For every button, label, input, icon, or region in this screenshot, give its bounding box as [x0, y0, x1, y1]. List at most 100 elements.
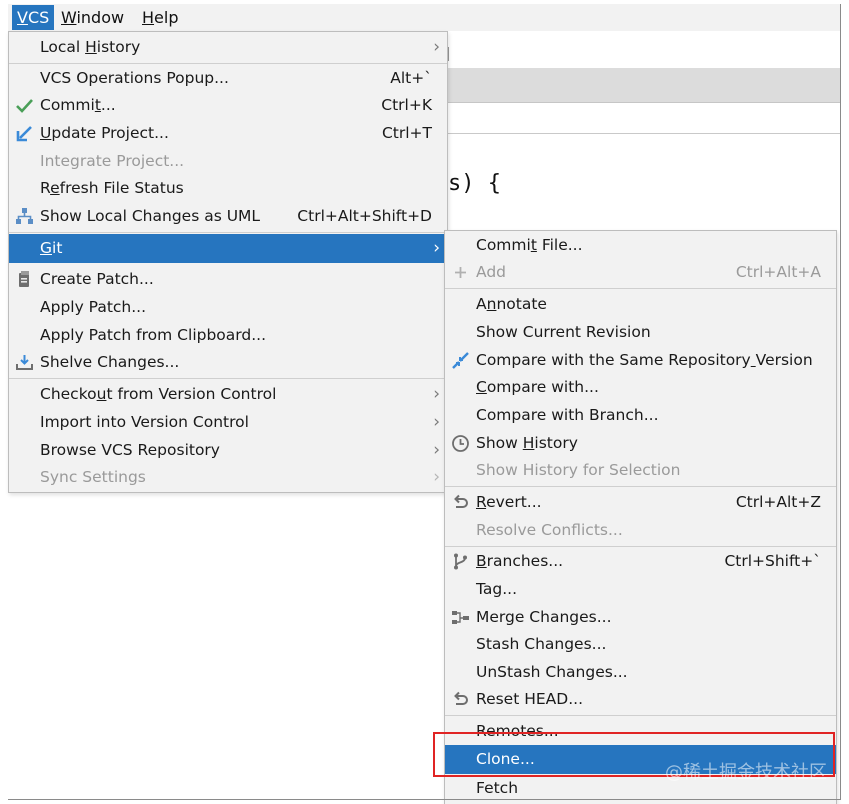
- menu-item-import-vcs[interactable]: Import into Version Control ›: [9, 409, 447, 436]
- editor-tab-bar: [442, 68, 840, 103]
- watermark: @稀土掘金技术社区: [665, 762, 827, 783]
- menu-item-compare-with[interactable]: Compare with...: [445, 374, 836, 401]
- frame-border: [840, 4, 841, 800]
- menu-item-revert[interactable]: Revert... Ctrl+Alt+Z: [445, 489, 836, 516]
- menu-item-checkout-vcs[interactable]: Checkout from Version Control ›: [9, 381, 447, 408]
- ide-screen: VCS Window Help s) { Local History › VCS …: [0, 0, 849, 804]
- menu-item-label: Compare with...: [476, 378, 599, 396]
- menu-item-local-history[interactable]: Local History ›: [9, 34, 447, 61]
- menu-item-show-history[interactable]: Show History: [445, 430, 836, 457]
- menu-item-label: Update Project...: [40, 124, 169, 142]
- menu-item-label: Apply Patch from Clipboard...: [40, 326, 266, 344]
- reset-icon: [454, 691, 468, 705]
- menu-item-label: Stash Changes...: [476, 635, 607, 653]
- menu-item-shortcut: Ctrl+Shift+`: [724, 552, 821, 570]
- menu-item-label: Compare with Branch...: [476, 406, 659, 424]
- menu-item-annotate[interactable]: Annotate: [445, 291, 836, 318]
- menu-item-apply-patch-clipboard[interactable]: Apply Patch from Clipboard...: [9, 322, 447, 349]
- menu-item-commit-file[interactable]: Commit File...: [445, 232, 836, 259]
- menu-item-label: Apply Patch...: [40, 298, 147, 316]
- menu-item-compare-with-branch[interactable]: Compare with Branch...: [445, 402, 836, 429]
- menu-item-apply-patch[interactable]: Apply Patch...: [9, 294, 447, 321]
- menu-item-shortcut: Ctrl+Alt+A: [735, 263, 821, 281]
- menu-item-label: Show History: [476, 434, 578, 452]
- update-arrow-icon: [16, 126, 32, 142]
- menu-item-refresh-file-status[interactable]: Refresh File Status: [9, 175, 447, 202]
- submenu-arrow-icon: ›: [433, 467, 440, 487]
- menu-item-tag[interactable]: Tag...: [445, 576, 836, 603]
- menu-item-update-project[interactable]: Update Project... Ctrl+T: [9, 120, 447, 147]
- menu-item-label: Show Local Changes as UML: [40, 207, 261, 225]
- shelve-icon: [16, 355, 33, 370]
- menu-item-resolve-conflicts[interactable]: Resolve Conflicts...: [445, 517, 836, 544]
- menu-separator: [9, 232, 447, 233]
- menu-item-label: Refresh File Status: [40, 179, 184, 197]
- vcs-menu: Local History › VCS Operations Popup... Al…: [8, 31, 448, 493]
- menu-item-label: Sync Settings: [40, 468, 146, 486]
- menu-item-shortcut: Ctrl+K: [381, 96, 432, 114]
- menu-item-show-local-changes-uml[interactable]: Show Local Changes as UML Ctrl+Alt+Shift+…: [9, 203, 447, 230]
- merge-icon: [452, 611, 469, 624]
- menu-item-shortcut: Ctrl+Alt+Shift+D: [297, 207, 432, 225]
- frame-border: [8, 799, 841, 800]
- check-icon: [16, 99, 33, 113]
- menu-item-label: Merge Changes...: [476, 608, 612, 626]
- git-submenu: Commit File... Add Ctrl+Alt+A Annotate Sh…: [444, 230, 837, 804]
- menu-help[interactable]: Help: [137, 5, 183, 30]
- patch-icon: [19, 271, 29, 287]
- revert-icon: [454, 494, 468, 508]
- menu-item-label: Checkout from Version Control: [40, 385, 277, 403]
- menu-item-merge-changes[interactable]: Merge Changes...: [445, 604, 836, 631]
- submenu-arrow-icon: ›: [433, 412, 440, 432]
- menu-item-compare-same-repo-version[interactable]: Compare with the Same Repository Version: [445, 347, 836, 374]
- editor-divider: [442, 133, 840, 134]
- menu-item-label: Annotate: [476, 295, 547, 313]
- menu-item-label: Fetch: [476, 779, 519, 797]
- menu-window[interactable]: Window: [56, 5, 129, 30]
- menu-item-label: Integrate Project...: [40, 152, 185, 170]
- menu-item-integrate-project[interactable]: Integrate Project...: [9, 148, 447, 175]
- menu-item-sync-settings[interactable]: Sync Settings ›: [9, 464, 447, 491]
- menu-separator: [445, 288, 836, 289]
- menu-item-label: Show History for Selection: [476, 461, 681, 479]
- submenu-arrow-icon: ›: [433, 384, 440, 404]
- menu-separator: [445, 546, 836, 547]
- menu-item-show-history-selection[interactable]: Show History for Selection: [445, 457, 836, 484]
- submenu-arrow-icon: ›: [433, 238, 440, 258]
- menu-item-label: UnStash Changes...: [476, 663, 628, 681]
- menu-item-vcs-operations-popup[interactable]: VCS Operations Popup... Alt+`: [9, 65, 447, 92]
- menu-item-label: VCS Operations Popup...: [40, 69, 229, 87]
- menu-item-label: Git: [40, 239, 63, 257]
- menu-vcs[interactable]: VCS: [12, 5, 55, 30]
- menu-item-git[interactable]: Git ›: [9, 234, 447, 263]
- toolbar-separator: [448, 47, 449, 61]
- menu-item-browse-vcs-repository[interactable]: Browse VCS Repository ›: [9, 437, 447, 464]
- menu-item-unstash-changes[interactable]: UnStash Changes...: [445, 659, 836, 686]
- menu-item-label: Commit...: [40, 96, 116, 114]
- menu-item-add[interactable]: Add Ctrl+Alt+A: [445, 259, 836, 286]
- code-fragment: s) {: [448, 171, 501, 196]
- menu-item-label: Compare with the Same Repository Version: [476, 351, 813, 369]
- editor-pane: s) {: [442, 31, 840, 231]
- menu-item-commit[interactable]: Commit... Ctrl+K: [9, 92, 447, 119]
- menu-item-stash-changes[interactable]: Stash Changes...: [445, 631, 836, 658]
- menu-item-label: Import into Version Control: [40, 413, 249, 431]
- menu-item-shortcut: Ctrl+Alt+Z: [735, 493, 821, 511]
- menu-item-create-patch[interactable]: Create Patch...: [9, 266, 447, 293]
- menu-item-label: Commit File...: [476, 236, 583, 254]
- menu-item-shortcut: Alt+`: [390, 69, 432, 87]
- menu-item-shelve-changes[interactable]: Shelve Changes...: [9, 349, 447, 376]
- menu-item-label: Local History: [40, 38, 141, 56]
- menu-item-label: Revert...: [476, 493, 542, 511]
- menu-item-label: Reset HEAD...: [476, 690, 583, 708]
- menu-separator: [445, 486, 836, 487]
- menu-separator: [9, 378, 447, 379]
- menu-item-show-current-revision[interactable]: Show Current Revision: [445, 319, 836, 346]
- menubar: VCS Window Help: [8, 4, 840, 32]
- submenu-arrow-icon: ›: [433, 440, 440, 460]
- menu-separator: [445, 715, 836, 716]
- branch-icon: [454, 553, 467, 570]
- menu-item-reset-head[interactable]: Reset HEAD...: [445, 686, 836, 713]
- menu-item-branches[interactable]: Branches... Ctrl+Shift+`: [445, 548, 836, 575]
- menu-item-label: Browse VCS Repository: [40, 441, 220, 459]
